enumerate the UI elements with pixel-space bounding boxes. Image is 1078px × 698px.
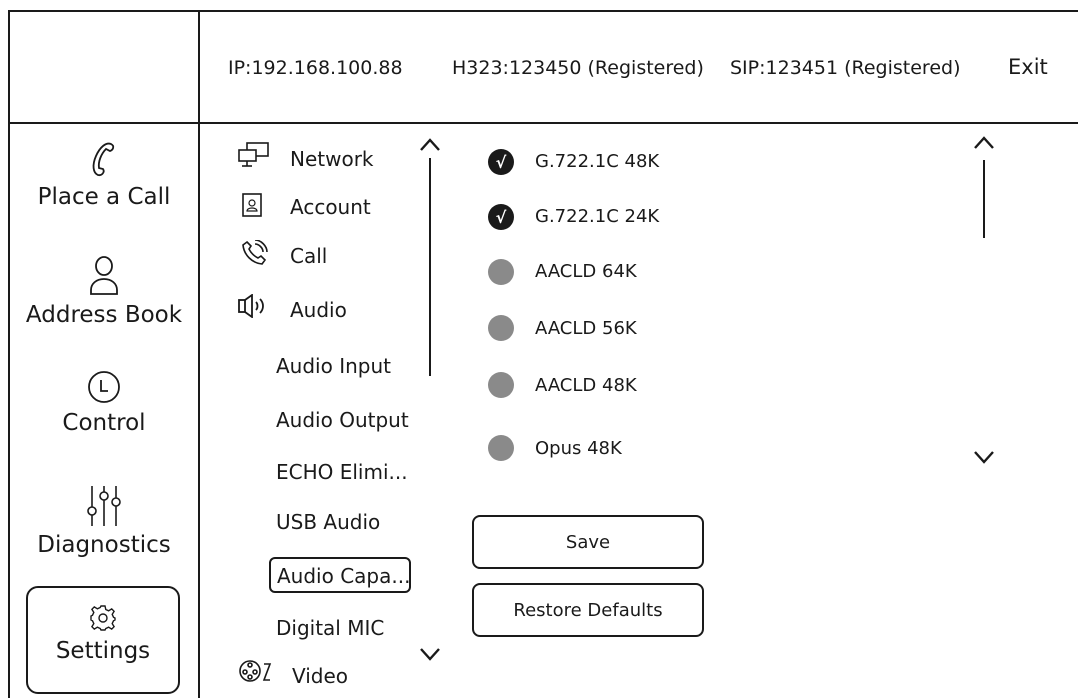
codec-label: Opus 48K [535, 438, 622, 459]
nav-control[interactable]: Control [10, 368, 198, 436]
submenu-audio-output[interactable]: Audio Output [276, 408, 409, 432]
codec-checkbox-checked[interactable]: √ [488, 149, 514, 175]
speaker-icon [238, 294, 264, 318]
restore-defaults-button[interactable]: Restore Defaults [472, 583, 704, 637]
submenu-network[interactable]: Network [290, 147, 374, 171]
submenu-scrollbar-thumb[interactable] [429, 158, 431, 376]
nav-label: Diagnostics [37, 532, 171, 558]
h323-status: H323:123450 (Registered) [452, 57, 704, 79]
submenu-call[interactable]: Call [290, 244, 327, 268]
submenu-echo-elimination[interactable]: ECHO Elimi... [276, 460, 408, 484]
submenu-usb-audio[interactable]: USB Audio [276, 510, 380, 534]
codec-checkbox-unchecked[interactable] [488, 372, 514, 398]
call-icon [242, 240, 268, 265]
submenu-video[interactable]: Video [292, 664, 348, 688]
person-icon [90, 256, 118, 295]
nav-label: Settings [55, 638, 151, 664]
nav-divider [198, 10, 200, 698]
codec-label: AACLD 56K [535, 318, 637, 339]
codec-checkbox-unchecked[interactable] [488, 315, 514, 341]
nav-place-a-call[interactable]: Place a Call [10, 140, 198, 210]
submenu-audio-input[interactable]: Audio Input [276, 354, 391, 378]
submenu-audio[interactable]: Audio [290, 298, 347, 322]
codec-checkbox-checked[interactable]: √ [488, 204, 514, 230]
codec-scrollbar-thumb[interactable] [983, 160, 985, 238]
nav-address-book[interactable]: Address Book [10, 254, 198, 328]
sliders-icon [87, 486, 121, 526]
submenu-audio-capability[interactable]: Audio Capa... [277, 564, 410, 588]
nav-label: Address Book [25, 302, 183, 328]
video-icon [239, 660, 272, 682]
codec-label: AACLD 64K [535, 261, 637, 282]
clock-icon [88, 371, 120, 403]
network-icon [238, 142, 269, 167]
gear-icon [90, 605, 116, 631]
chevron-up-icon[interactable] [419, 136, 441, 152]
chevron-up-icon[interactable] [973, 134, 995, 150]
nav-diagnostics[interactable]: Diagnostics [10, 484, 198, 558]
nav-label: Place a Call [37, 184, 171, 210]
chevron-down-icon[interactable] [419, 646, 441, 662]
sip-status: SIP:123451 (Registered) [730, 57, 961, 79]
save-button[interactable]: Save [472, 515, 704, 569]
ip-address: IP:192.168.100.88 [228, 57, 403, 79]
codec-checkbox-unchecked[interactable] [488, 435, 514, 461]
header-divider [8, 122, 1078, 124]
nav-label: Control [62, 410, 146, 436]
codec-label: AACLD 48K [535, 375, 637, 396]
nav-settings[interactable]: Settings [26, 586, 180, 694]
submenu-account[interactable]: Account [290, 195, 371, 219]
codec-label: G.722.1C 48K [535, 151, 660, 172]
codec-checkbox-unchecked[interactable] [488, 259, 514, 285]
account-icon [242, 193, 262, 217]
phone-icon [92, 142, 115, 177]
submenu-digital-mic[interactable]: Digital MIC [276, 616, 384, 640]
chevron-down-icon[interactable] [973, 449, 995, 465]
exit-button[interactable]: Exit [1008, 55, 1048, 79]
codec-label: G.722.1C 24K [535, 206, 660, 227]
